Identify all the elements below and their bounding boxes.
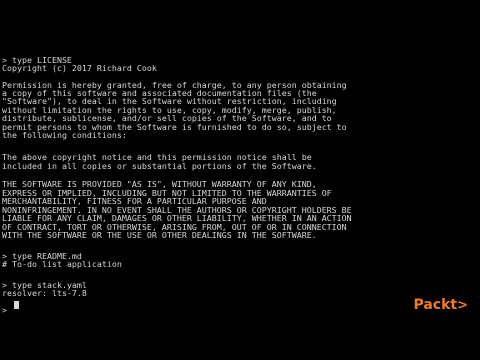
bottom-letterbox: [0, 352, 480, 360]
terminal-window[interactable]: > type LICENSE Copyright (c) 2017 Richar…: [0, 8, 480, 352]
terminal-prompt[interactable]: >: [2, 306, 7, 315]
terminal-line: the following conditions:: [2, 130, 127, 140]
packt-logo: Packt>: [413, 297, 468, 313]
video-frame: > type LICENSE Copyright (c) 2017 Richar…: [0, 0, 480, 360]
terminal-line: Copyright (c) 2017 Richard Cook: [2, 63, 157, 73]
packt-logo-chevron: >: [457, 298, 468, 313]
terminal-line: WITH THE SOFTWARE OR THE USE OR OTHER DE…: [2, 230, 317, 240]
top-letterbox: [0, 0, 480, 8]
packt-logo-text: Packt: [413, 297, 458, 313]
terminal-line: included in all copies or substantial po…: [2, 161, 317, 171]
terminal-line: # To-do list application: [2, 259, 122, 269]
text-cursor: [14, 301, 19, 309]
terminal-line: resolver: lts-7.8: [2, 288, 87, 298]
